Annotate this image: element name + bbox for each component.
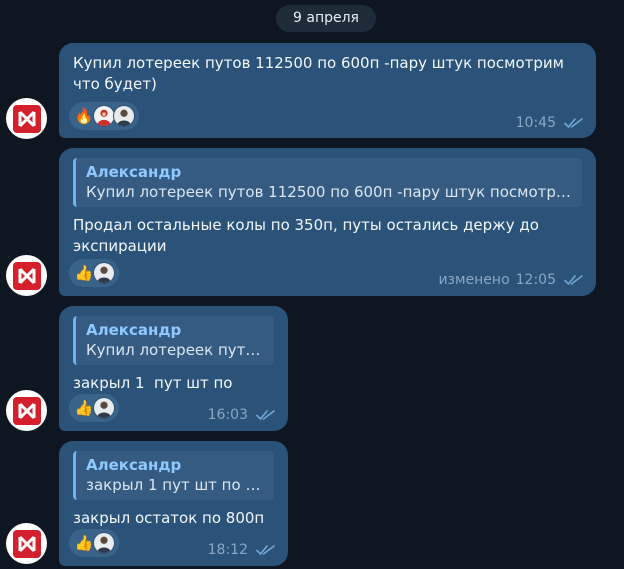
sender-avatar[interactable] [6, 98, 47, 139]
reaction-avatar-man[interactable] [93, 262, 115, 284]
edited-label: изменено [438, 272, 510, 288]
sender-avatar[interactable] [6, 255, 47, 296]
reply-quote[interactable]: Александр Купил лотереек путов 112500 по… [73, 158, 582, 207]
exchange-logo-icon [12, 104, 42, 134]
message-bubble[interactable]: Купил лотереек путов 112500 по 600п -пар… [59, 43, 596, 138]
double-check-icon [564, 274, 584, 286]
thumbs-up-icon[interactable]: 👍 [73, 397, 95, 419]
message-meta: 10:45 [516, 115, 584, 131]
reactions-bar[interactable]: 👍 [69, 529, 119, 557]
message-time: 10:45 [515, 115, 556, 131]
message-bubble[interactable]: Александр Купил лотереек путов 112500 по… [59, 148, 596, 296]
double-check-icon [564, 117, 584, 129]
message-meta: 18:12 [208, 542, 276, 558]
reply-author: Александр [86, 321, 182, 339]
reply-text: Купил лотереек путов 112500 по 600п -пар… [86, 341, 264, 359]
thumbs-up-icon[interactable]: 👍 [73, 262, 95, 284]
exchange-logo-icon [12, 396, 42, 426]
sender-avatar[interactable] [6, 523, 47, 564]
reply-author: Александр [86, 163, 182, 181]
message-text: Продал остальные колы по 350п, путы оста… [73, 216, 544, 255]
message-time: 16:03 [207, 407, 248, 423]
reply-author: Александр [86, 456, 182, 474]
exchange-logo-icon [12, 529, 42, 559]
message-meta: 16:03 [208, 407, 276, 423]
message-text: Купил лотереек путов 112500 по 600п -пар… [73, 54, 569, 93]
reply-quote[interactable]: Александр Купил лотереек путов 112500 по… [73, 316, 274, 365]
reply-quote[interactable]: Александр закрыл 1 пут шт по 1250 [73, 451, 274, 500]
date-separator: 9 апреля [276, 5, 376, 32]
message-text: закрыл остаток по 800п [73, 509, 265, 527]
reactions-bar[interactable]: 👍 [69, 394, 119, 422]
message-meta: изменено 12:05 [438, 272, 584, 288]
reply-text: Купил лотереек путов 112500 по 600п -пар… [86, 183, 572, 201]
message-bubble[interactable]: Александр Купил лотереек путов 112500 по… [59, 306, 288, 431]
reactions-bar[interactable]: 🔥 [69, 102, 139, 130]
reaction-avatar-man[interactable] [113, 105, 135, 127]
message-time: 12:05 [515, 272, 556, 288]
double-check-icon [256, 409, 276, 421]
sender-avatar[interactable] [6, 390, 47, 431]
exchange-logo-icon [12, 261, 42, 291]
reactions-bar[interactable]: 👍 [69, 259, 119, 287]
thumbs-up-icon[interactable]: 👍 [73, 532, 95, 554]
reaction-avatar-red[interactable] [93, 105, 115, 127]
message-time: 18:12 [207, 542, 248, 558]
message-bubble[interactable]: Александр закрыл 1 пут шт по 1250 закрыл… [59, 441, 288, 566]
reaction-avatar-man[interactable] [93, 532, 115, 554]
fire-icon[interactable]: 🔥 [73, 105, 95, 127]
reaction-avatar-man[interactable] [93, 397, 115, 419]
reply-text: закрыл 1 пут шт по 1250 [86, 476, 264, 494]
double-check-icon [256, 544, 276, 556]
